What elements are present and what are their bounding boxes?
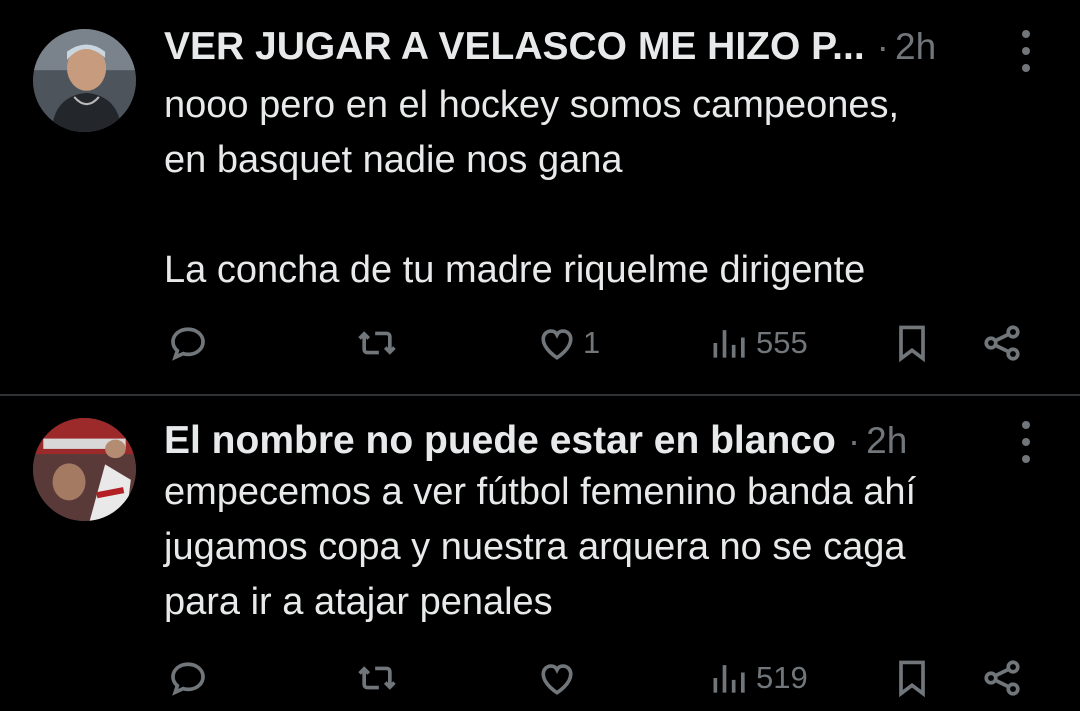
reply-button[interactable] (166, 318, 214, 368)
views-count: 519 (756, 660, 808, 695)
tweet-text: nooo pero en el hockey somos campeones, … (164, 78, 1040, 298)
timestamp[interactable]: 2h (866, 420, 907, 462)
avatar[interactable] (33, 29, 136, 132)
heart-icon (541, 664, 573, 695)
views-icon (713, 330, 745, 358)
retweet-icon (358, 666, 396, 690)
like-button[interactable] (535, 653, 583, 703)
bookmark-icon (899, 325, 925, 363)
tweet-text-line: nooo pero en el hockey somos campeones, (164, 84, 900, 126)
retweet-icon (358, 331, 396, 355)
bookmark-icon (899, 660, 925, 698)
tweet-header: El nombre no puede estar en blanco · 2h (164, 419, 970, 463)
bookmark-button[interactable] (890, 318, 934, 368)
share-button[interactable] (980, 653, 1024, 703)
more-vertical-icon[interactable] (1016, 30, 1036, 72)
retweet-button[interactable] (355, 318, 403, 368)
share-icon (984, 325, 1020, 361)
reply-icon (171, 662, 205, 696)
share-icon (984, 660, 1020, 696)
tweet-text-line: jugamos copa y nuestra arquera no se cag… (164, 526, 906, 568)
avatar[interactable] (33, 418, 136, 521)
separator: · (847, 420, 861, 461)
retweet-button[interactable] (355, 653, 403, 703)
tweet-header: VER JUGAR A VELASCO ME HIZO P... · 2h (164, 25, 970, 69)
like-button[interactable]: 1 (535, 318, 600, 368)
tweet-text-line: empecemos a ver fútbol femenino banda ah… (164, 471, 917, 513)
author-name[interactable]: El nombre no puede estar en blanco (164, 419, 836, 463)
tweet-text-line: en basquet nadie nos gana (164, 139, 623, 181)
reply-button[interactable] (166, 653, 214, 703)
tweet-text-line: para ir a atajar penales (164, 581, 553, 623)
author-name[interactable]: VER JUGAR A VELASCO ME HIZO P... (164, 25, 865, 69)
share-button[interactable] (980, 318, 1024, 368)
timestamp[interactable]: 2h (895, 26, 936, 68)
tweet-text: empecemos a ver fútbol femenino banda ah… (164, 465, 1040, 630)
views-icon (713, 665, 745, 693)
bookmark-button[interactable] (890, 653, 934, 703)
separator: · (876, 26, 889, 67)
heart-icon (541, 329, 573, 360)
reply-icon (171, 327, 205, 361)
views-button[interactable]: 555 (708, 318, 808, 368)
action-bar: 1 555 (0, 318, 1080, 368)
tweet[interactable]: El nombre no puede estar en blanco · 2h … (0, 396, 1080, 711)
action-bar: 519 (0, 653, 1080, 703)
tweet-text-line: La concha de tu madre riquelme dirigente (164, 249, 866, 291)
more-vertical-icon[interactable] (1016, 421, 1036, 463)
like-count: 1 (583, 325, 601, 360)
views-button[interactable]: 519 (708, 653, 808, 703)
views-count: 555 (756, 325, 808, 360)
tweet[interactable]: VER JUGAR A VELASCO ME HIZO P... · 2h no… (0, 0, 1080, 394)
